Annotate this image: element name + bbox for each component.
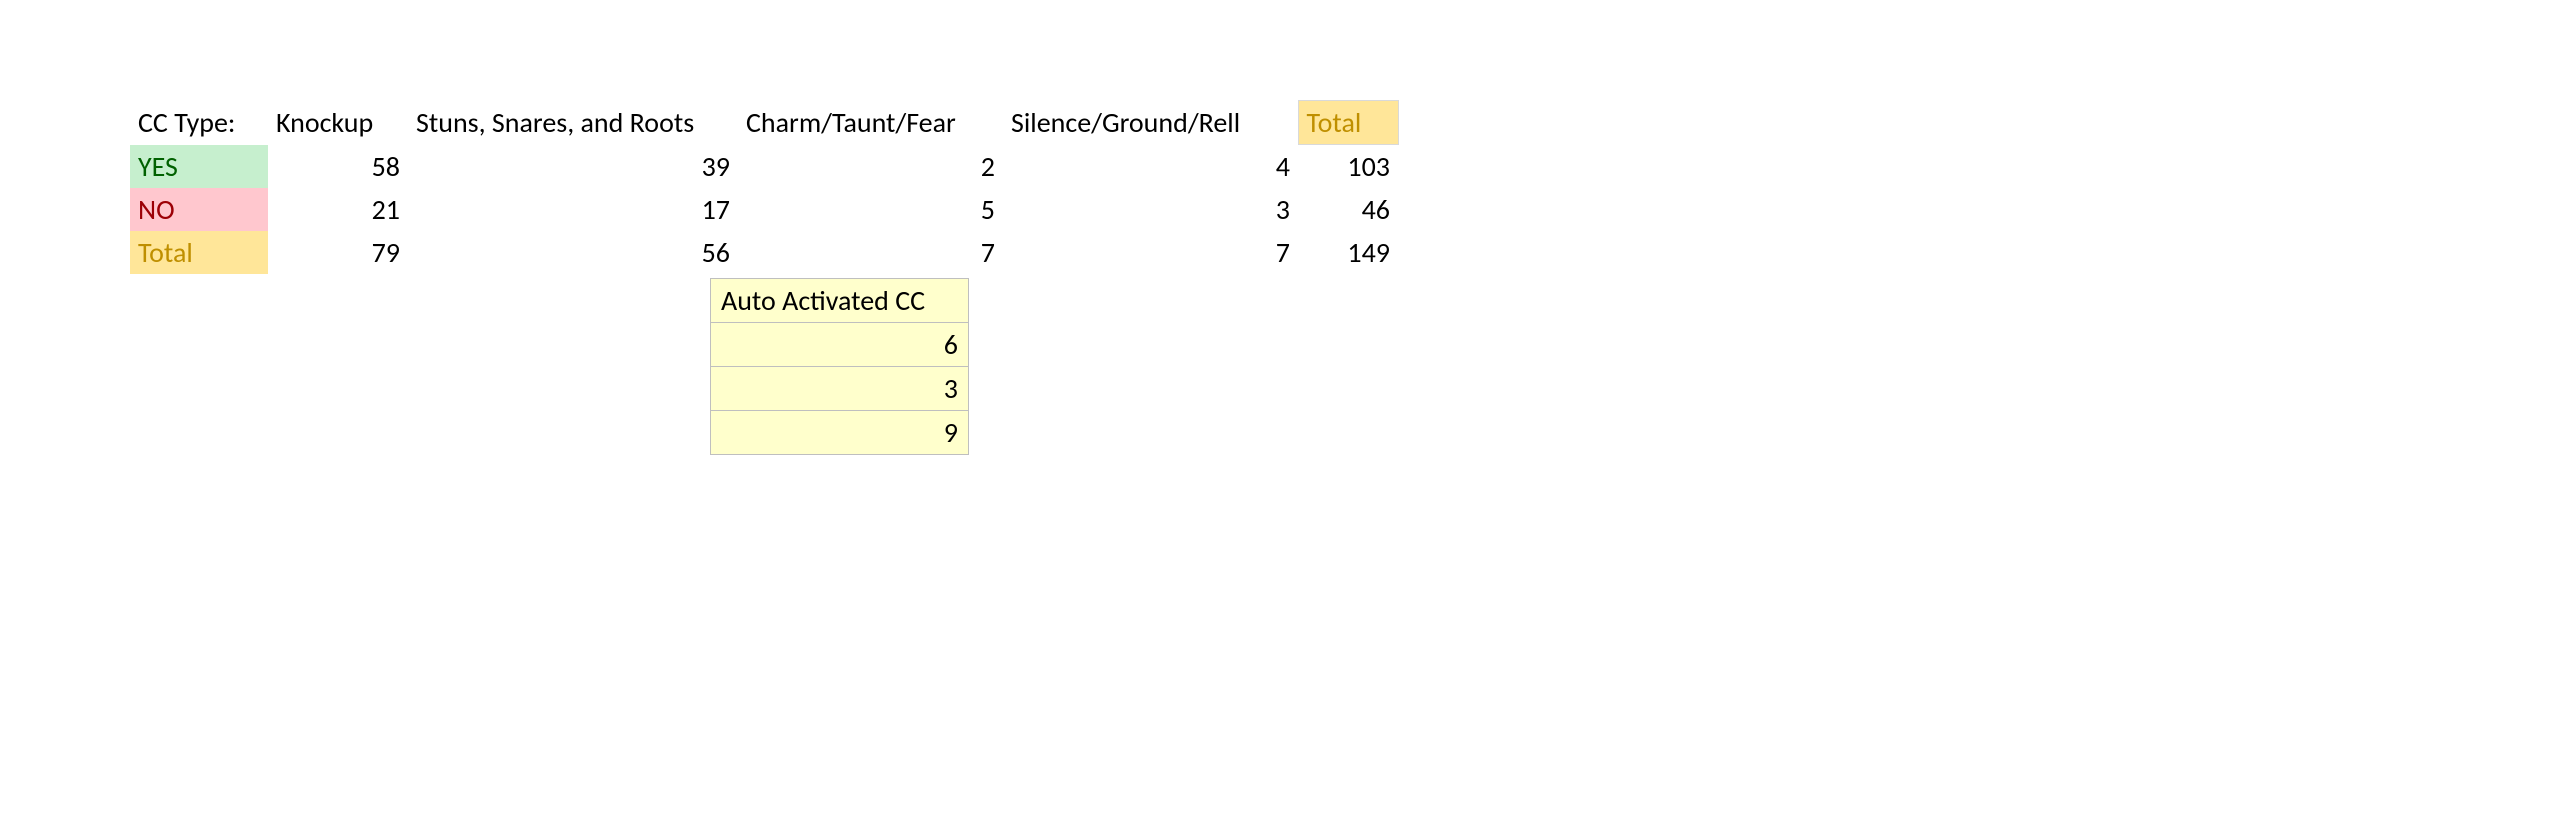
auto-activated-table: Auto Activated CC 6 3 9 bbox=[710, 278, 969, 455]
auto-row-2: 3 bbox=[711, 367, 969, 411]
auto-value-1: 6 bbox=[711, 323, 969, 367]
cell-yes-silence: 4 bbox=[1003, 145, 1298, 189]
cell-no-silence: 3 bbox=[1003, 188, 1298, 231]
auto-row-3: 9 bbox=[711, 411, 969, 455]
cell-no-total: 46 bbox=[1298, 188, 1398, 231]
table-row-yes: YES 58 39 2 4 103 bbox=[130, 145, 1398, 189]
cell-yes-stuns: 39 bbox=[408, 145, 738, 189]
auto-value-3: 9 bbox=[711, 411, 969, 455]
header-stuns: Stuns, Snares, and Roots bbox=[408, 101, 738, 145]
cell-total-stuns: 56 bbox=[408, 231, 738, 274]
table-header-row: CC Type: Knockup Stuns, Snares, and Root… bbox=[130, 101, 1398, 145]
header-cctype: CC Type: bbox=[130, 101, 268, 145]
cell-no-knockup: 21 bbox=[268, 188, 408, 231]
cell-total-knockup: 79 bbox=[268, 231, 408, 274]
cell-total-silence: 7 bbox=[1003, 231, 1298, 274]
header-charm: Charm/Taunt/Fear bbox=[738, 101, 1003, 145]
row-label-total: Total bbox=[130, 231, 268, 274]
table-row-no: NO 21 17 5 3 46 bbox=[130, 188, 1398, 231]
header-knockup: Knockup bbox=[268, 101, 408, 145]
row-label-no: NO bbox=[130, 188, 268, 231]
auto-header-row: Auto Activated CC bbox=[711, 279, 969, 323]
header-total: Total bbox=[1298, 101, 1398, 145]
auto-header: Auto Activated CC bbox=[711, 279, 969, 323]
cell-total-total: 149 bbox=[1298, 231, 1398, 274]
row-label-yes: YES bbox=[130, 145, 268, 189]
header-silence: Silence/Ground/Rell bbox=[1003, 101, 1298, 145]
cell-no-stuns: 17 bbox=[408, 188, 738, 231]
cell-yes-charm: 2 bbox=[738, 145, 1003, 189]
cell-yes-total: 103 bbox=[1298, 145, 1398, 189]
cc-type-table: CC Type: Knockup Stuns, Snares, and Root… bbox=[130, 100, 1399, 274]
cell-total-charm: 7 bbox=[738, 231, 1003, 274]
auto-row-1: 6 bbox=[711, 323, 969, 367]
cell-yes-knockup: 58 bbox=[268, 145, 408, 189]
auto-value-2: 3 bbox=[711, 367, 969, 411]
cell-no-charm: 5 bbox=[738, 188, 1003, 231]
table-row-total: Total 79 56 7 7 149 bbox=[130, 231, 1398, 274]
